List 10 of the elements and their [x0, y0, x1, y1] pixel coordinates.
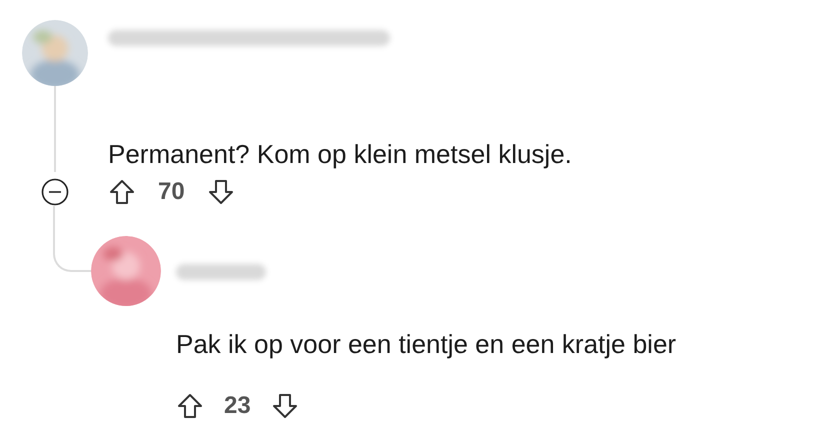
collapse-button[interactable]	[41, 178, 69, 206]
downvote-icon[interactable]	[206, 178, 235, 206]
comment-text: Permanent? Kom op klein metsel klusje.	[108, 138, 573, 171]
upvote-icon[interactable]	[176, 392, 204, 420]
vote-count: 70	[158, 178, 185, 206]
comment-text: Pak ik op voor een tientje en een kratje bier	[176, 328, 676, 361]
vote-count: 23	[224, 392, 251, 420]
thread-line	[53, 206, 91, 272]
downvote-icon[interactable]	[270, 392, 299, 420]
upvote-icon[interactable]	[108, 178, 136, 206]
